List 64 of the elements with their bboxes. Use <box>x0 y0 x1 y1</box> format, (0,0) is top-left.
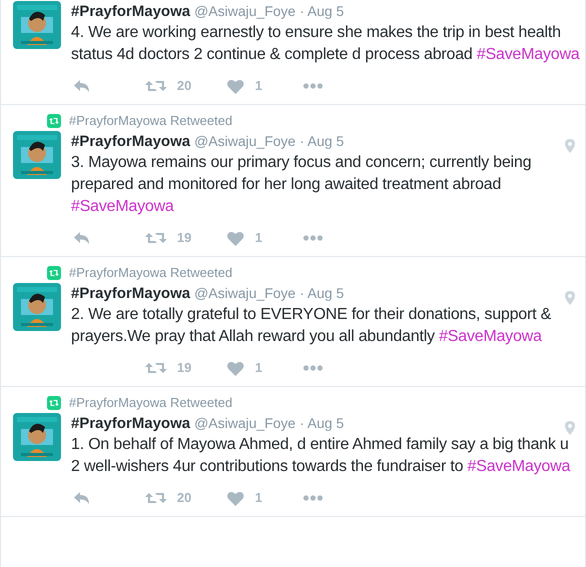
tweet-text: 2. We are totally grateful to EVERYONE for their donations, support & prayers.We pray that Allah reward you all abundantly #SaveMayowa <box>71 305 552 347</box>
user-handle[interactable]: @Asiwaju_Foye <box>194 413 296 433</box>
more-button[interactable] <box>303 495 323 501</box>
retweet-icon <box>145 79 167 93</box>
tweet-text: 1. On behalf of Mayowa Ahmed, d entire Ahmed family say a big thank u 2 well-wishers 4ur contributions towards the fundraiser to #SaveMayowa <box>71 435 572 477</box>
reply-icon <box>73 491 91 505</box>
more-button[interactable] <box>303 235 323 241</box>
like-button[interactable] <box>227 78 244 94</box>
like-count: 1 <box>255 77 262 96</box>
like-count: 1 <box>255 359 262 378</box>
reply-icon <box>73 79 91 93</box>
retweet-button[interactable] <box>145 79 167 93</box>
heart-icon <box>227 490 244 506</box>
user-handle[interactable]: @Asiwaju_Foye <box>194 283 296 303</box>
retweeted-by-text: #PrayforMayowa Retweeted <box>69 395 232 411</box>
retweet-icon <box>145 361 167 375</box>
retweet-button[interactable] <box>145 361 167 375</box>
hashtag-link[interactable]: #SaveMayowa <box>438 328 542 345</box>
retweet-icon <box>47 396 61 410</box>
more-icon <box>303 83 323 89</box>
user-name[interactable]: #PrayforMayowa <box>71 2 190 22</box>
tweet-text: 4. We are working earnestly to ensure she makes the trip in best health status 4d doctors 2 continue & complete d process abroad #SaveMayowa <box>71 23 581 65</box>
tweet-time[interactable]: · Aug 5 <box>300 283 344 303</box>
reply-button[interactable] <box>73 491 91 505</box>
user-name[interactable]: #PrayforMayowa <box>71 284 190 304</box>
retweet-count: 20 <box>177 77 192 96</box>
retweet-icon <box>47 114 61 128</box>
retweet-button[interactable] <box>145 231 167 245</box>
tweet-text: 3. Mayowa remains our primary focus and concern; currently being prepared and monitored for her long awaited treatment abroad #SaveMayowa <box>71 153 532 217</box>
retweeted-by-text: #PrayforMayowa Retweeted <box>69 265 232 281</box>
hashtag-link[interactable]: #SaveMayowa <box>467 458 570 475</box>
retweet-icon <box>47 266 61 280</box>
like-button[interactable] <box>227 230 244 246</box>
like-count: 1 <box>255 229 262 248</box>
like-button[interactable] <box>227 360 244 376</box>
retweet-icon <box>145 491 167 505</box>
reply-button[interactable] <box>73 79 91 93</box>
retweet-count: 20 <box>177 489 192 508</box>
heart-icon <box>227 78 244 94</box>
reply-button[interactable] <box>73 231 91 245</box>
tweet-time[interactable]: · Aug 5 <box>300 1 344 21</box>
user-handle[interactable]: @Asiwaju_Foye <box>194 131 296 151</box>
hashtag-link[interactable]: #SaveMayowa <box>476 46 580 63</box>
retweet-count: 19 <box>177 229 192 248</box>
heart-icon <box>227 360 244 376</box>
user-name[interactable]: #PrayforMayowa <box>71 414 190 434</box>
more-icon <box>303 365 323 371</box>
retweeted-by-text: #PrayforMayowa Retweeted <box>69 113 232 129</box>
like-count: 1 <box>255 489 262 508</box>
like-button[interactable] <box>227 490 244 506</box>
more-button[interactable] <box>303 365 323 371</box>
hashtag-link[interactable]: #SaveMayowa <box>71 198 174 215</box>
retweet-icon <box>145 231 167 245</box>
more-button[interactable] <box>303 83 323 89</box>
reply-icon <box>73 231 91 245</box>
tweet-time[interactable]: · Aug 5 <box>300 413 344 433</box>
tweet-time[interactable]: · Aug 5 <box>300 131 344 151</box>
more-icon <box>303 235 323 241</box>
retweet-count: 19 <box>177 359 192 378</box>
user-handle[interactable]: @Asiwaju_Foye <box>194 1 296 21</box>
heart-icon <box>227 230 244 246</box>
user-name[interactable]: #PrayforMayowa <box>71 132 190 152</box>
retweet-button[interactable] <box>145 491 167 505</box>
more-icon <box>303 495 323 501</box>
